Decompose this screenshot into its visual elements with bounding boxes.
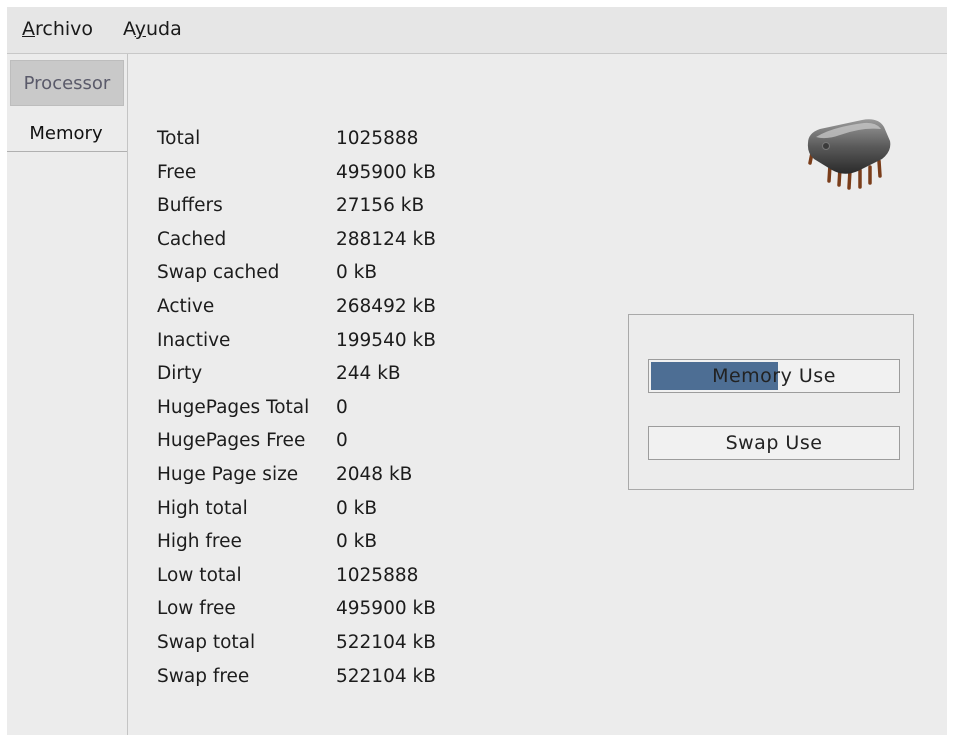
memory-chip-icon [807,119,891,190]
stat-value: 199540 kB [336,329,436,351]
system-monitor-window: Archivo Ayuda Processor Memory Total 1025… [7,7,947,735]
stat-value: 495900 kB [336,598,436,620]
stat-label: Swap free [157,665,250,687]
stat-value: 522104 kB [336,665,436,687]
stat-label: Total [157,128,201,149]
stat-value: 522104 kB [336,631,436,653]
menu-archivo[interactable]: Archivo [22,18,93,40]
stat-value: 0 [336,396,348,418]
stat-label: Swap cached [157,262,280,284]
menubar: Archivo Ayuda [7,7,947,54]
tab-processor[interactable]: Processor [10,60,124,106]
stat-label: Dirty [157,363,203,385]
swap-use-label: Swap Use [725,432,823,454]
stat-label: High total [157,497,248,519]
stat-value: 0 kB [336,531,378,553]
stat-value: 288124 kB [336,228,436,250]
tab-processor-label: Processor [23,72,111,94]
stat-label: HugePages Total [157,396,310,418]
stat-value: 0 [336,430,348,452]
tab-divider [7,151,127,152]
stat-label: HugePages Free [157,430,306,452]
stat-label: Free [157,161,197,183]
tab-memory-label: Memory [29,122,103,144]
tab-sidebar: Processor Memory [7,54,128,735]
stat-value: 0 kB [336,497,378,519]
stat-label: Active [157,295,215,317]
stat-label: Low free [157,598,236,620]
menu-ayuda-text-rest: uda [145,18,182,40]
usage-panel: Memory Use Swap Use [628,314,914,490]
tab-memory[interactable]: Memory [7,111,125,155]
stat-value: 0 kB [336,262,378,284]
stat-value: 27156 kB [336,195,425,217]
menu-ayuda[interactable]: Ayuda [123,18,182,40]
stat-value: 268492 kB [336,295,436,317]
stat-value: 244 kB [336,363,401,385]
stat-label: Swap total [157,631,256,653]
swap-use-bar: Swap Use [648,426,900,460]
stat-value: 495900 kB [336,161,436,183]
stat-label: Huge Page size [157,463,299,485]
stat-label: Cached [157,228,227,250]
stat-label: High free [157,531,242,553]
memory-use-label: Memory Use [712,365,836,387]
stat-value: 1025888 [336,564,419,586]
stat-label: Inactive [157,329,231,351]
menu-ayuda-mnemonic: y [134,18,146,40]
stat-label: Low total [157,564,242,586]
menu-ayuda-text-a: A [123,18,135,40]
stat-value: 2048 kB [336,463,413,485]
memory-use-bar: Memory Use [648,359,900,393]
stat-label: Buffers [157,195,223,217]
stat-value: 1025888 [336,128,419,149]
